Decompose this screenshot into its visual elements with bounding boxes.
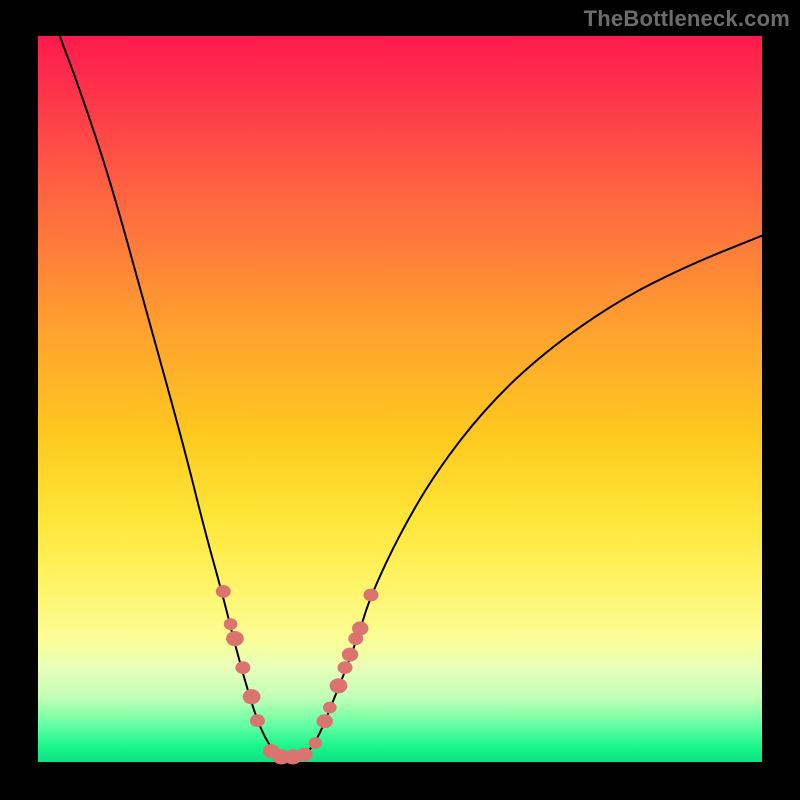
marker-dot xyxy=(364,589,379,602)
marker-dot xyxy=(338,661,353,674)
marker-dot xyxy=(296,748,312,762)
marker-dot xyxy=(243,689,261,704)
marker-dot xyxy=(309,737,323,749)
chart-svg xyxy=(38,36,762,762)
marker-dot xyxy=(216,585,231,598)
marker-dot xyxy=(330,678,348,693)
bottleneck-curve xyxy=(60,36,762,758)
marker-dot xyxy=(323,702,337,714)
chart-plot-area xyxy=(38,36,762,762)
marker-dot xyxy=(317,714,333,728)
marker-dot xyxy=(352,621,368,635)
marker-dot xyxy=(226,631,244,646)
marker-group xyxy=(216,585,379,765)
watermark-text: TheBottleneck.com xyxy=(584,6,790,32)
marker-dot xyxy=(235,661,250,674)
marker-dot xyxy=(250,714,265,727)
marker-dot xyxy=(224,618,238,630)
marker-dot xyxy=(342,648,358,662)
